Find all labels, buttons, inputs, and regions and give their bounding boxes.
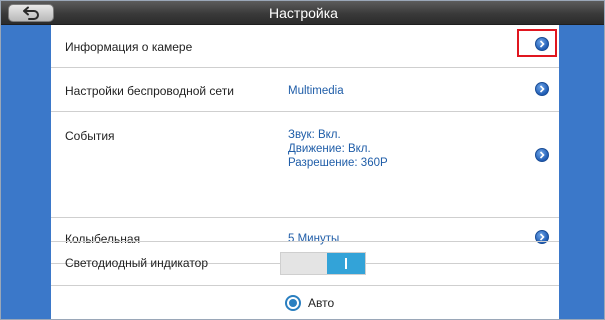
wireless-value: Multimedia: [288, 85, 344, 97]
toggle-on-segment: [327, 253, 365, 274]
settings-row-wireless[interactable]: Настройки беспроводной сети Multimedia: [51, 68, 559, 112]
title-bar: Настройка: [1, 1, 604, 25]
led-toggle[interactable]: [280, 252, 366, 275]
wireless-label: Настройки беспроводной сети: [65, 84, 234, 98]
app-window: Настройка Информация о камере Настройки …: [0, 0, 605, 320]
toggle-thumb: [345, 258, 347, 269]
settings-list: Информация о камере Настройки беспроводн…: [51, 25, 559, 319]
events-resolution: Разрешение: 360P: [288, 157, 388, 169]
chevron-right-icon[interactable]: [535, 82, 549, 96]
settings-row-mode: Авто: [51, 286, 559, 319]
chevron-right-icon[interactable]: [535, 148, 549, 162]
radio-selected-dot: [289, 299, 297, 307]
settings-row-camera-info[interactable]: Информация о камере: [51, 25, 559, 68]
chevron-right-icon[interactable]: [535, 37, 549, 51]
settings-row-led: Светодиодный индикатор: [51, 241, 559, 286]
events-sound: Звук: Вкл.: [288, 129, 341, 141]
page-title: Настройка: [269, 5, 338, 21]
led-label: Светодиодный индикатор: [65, 256, 209, 270]
auto-radio-label[interactable]: Авто: [308, 296, 334, 310]
events-motion: Движение: Вкл.: [288, 143, 371, 155]
settings-row-events[interactable]: События Звук: Вкл. Движение: Вкл. Разреш…: [51, 112, 559, 218]
auto-radio-button[interactable]: [285, 295, 301, 311]
camera-info-label: Информация о камере: [65, 40, 193, 54]
events-label: События: [65, 129, 115, 143]
